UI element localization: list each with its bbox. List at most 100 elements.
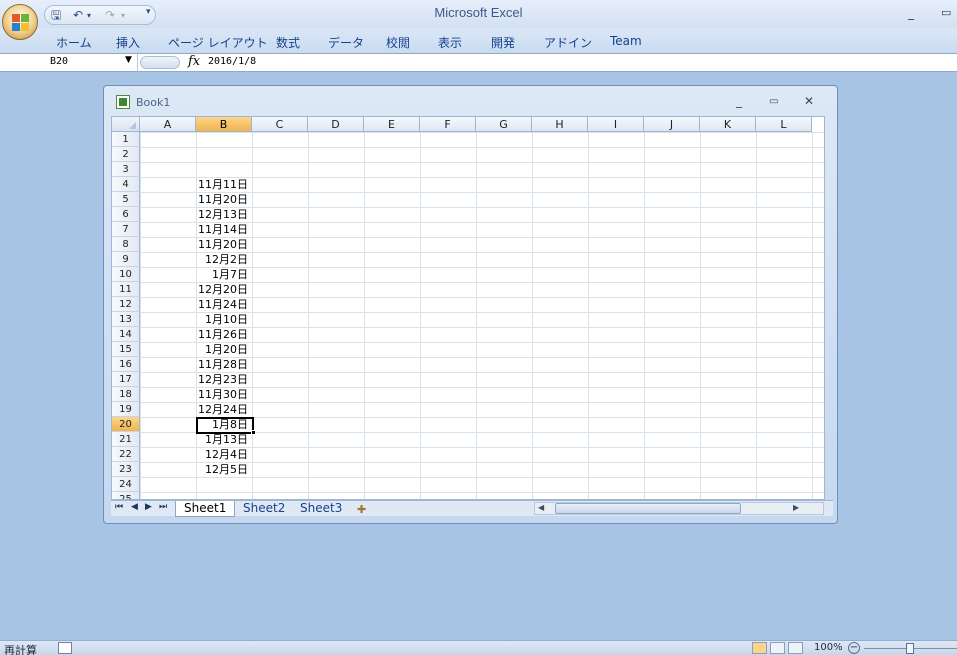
column-header-c[interactable]: C: [252, 117, 308, 132]
tab-team[interactable]: Team: [610, 34, 642, 48]
cell-b19[interactable]: 12月24日: [196, 402, 252, 417]
fill-handle[interactable]: [251, 430, 256, 435]
cell-b12[interactable]: 11月24日: [196, 297, 252, 312]
last-sheet-icon[interactable]: ⏭: [159, 502, 167, 512]
row-header-9[interactable]: 9: [112, 252, 140, 267]
row-header-12[interactable]: 12: [112, 297, 140, 312]
column-header-e[interactable]: E: [364, 117, 420, 132]
row-header-23[interactable]: 23: [112, 462, 140, 477]
row-header-8[interactable]: 8: [112, 237, 140, 252]
cell-b14[interactable]: 11月26日: [196, 327, 252, 342]
cell-b9[interactable]: 12月2日: [196, 252, 252, 267]
cell-b13[interactable]: 1月10日: [196, 312, 252, 327]
row-header-20[interactable]: 20: [112, 417, 140, 432]
page-layout-view-icon[interactable]: [770, 642, 785, 654]
column-header-b[interactable]: B: [196, 117, 252, 132]
row-header-18[interactable]: 18: [112, 387, 140, 402]
tab-home[interactable]: ホーム: [56, 34, 92, 51]
insert-function-icon[interactable]: fx: [188, 54, 200, 69]
horizontal-scroll-thumb[interactable]: [555, 503, 741, 514]
column-header-k[interactable]: K: [700, 117, 756, 132]
zoom-level[interactable]: 100%: [814, 642, 843, 653]
cell-b4[interactable]: 11月11日: [196, 177, 252, 192]
tab-data[interactable]: データ: [328, 34, 364, 51]
select-all-corner[interactable]: [112, 117, 140, 132]
column-header-f[interactable]: F: [420, 117, 476, 132]
cell-b5[interactable]: 11月20日: [196, 192, 252, 207]
row-header-25[interactable]: 25: [112, 492, 140, 499]
cell-b16[interactable]: 11月28日: [196, 357, 252, 372]
cell-b23[interactable]: 12月5日: [196, 462, 252, 477]
workbook-minimize-icon[interactable]: _: [736, 94, 742, 108]
cell-b7[interactable]: 11月14日: [196, 222, 252, 237]
cell-b6[interactable]: 12月13日: [196, 207, 252, 222]
row-header-11[interactable]: 11: [112, 282, 140, 297]
prev-sheet-icon[interactable]: ◀: [131, 502, 138, 512]
workbook-restore-icon[interactable]: ▭: [769, 96, 778, 107]
row-header-3[interactable]: 3: [112, 162, 140, 177]
insert-sheet-icon[interactable]: ✚: [357, 503, 366, 516]
row-header-10[interactable]: 10: [112, 267, 140, 282]
cell-b21[interactable]: 1月13日: [196, 432, 252, 447]
horizontal-scrollbar[interactable]: ◀ ▶: [534, 502, 824, 515]
tab-developer[interactable]: 開発: [491, 34, 515, 51]
chevron-down-icon[interactable]: ▼: [125, 55, 132, 65]
column-header-g[interactable]: G: [476, 117, 532, 132]
column-header-d[interactable]: D: [308, 117, 364, 132]
row-header-2[interactable]: 2: [112, 147, 140, 162]
row-header-6[interactable]: 6: [112, 207, 140, 222]
row-header-5[interactable]: 5: [112, 192, 140, 207]
formula-bar-grip[interactable]: [140, 56, 180, 69]
cell-b10[interactable]: 1月7日: [196, 267, 252, 282]
column-header-j[interactable]: J: [644, 117, 700, 132]
page-break-view-icon[interactable]: [788, 642, 803, 654]
workbook-close-icon[interactable]: ✕: [804, 94, 814, 108]
row-header-4[interactable]: 4: [112, 177, 140, 192]
cell-b22[interactable]: 12月4日: [196, 447, 252, 462]
normal-view-icon[interactable]: [752, 642, 767, 654]
row-header-1[interactable]: 1: [112, 132, 140, 147]
scroll-left-icon[interactable]: ◀: [538, 503, 544, 512]
row-header-14[interactable]: 14: [112, 327, 140, 342]
zoom-slider-thumb[interactable]: [906, 643, 914, 654]
tab-view[interactable]: 表示: [438, 34, 462, 51]
cell-b11[interactable]: 12月20日: [196, 282, 252, 297]
maximize-icon[interactable]: ▭: [941, 6, 953, 19]
tab-review[interactable]: 校閲: [386, 34, 410, 51]
tab-sheet1[interactable]: Sheet1: [175, 501, 236, 517]
cell-b17[interactable]: 12月23日: [196, 372, 252, 387]
tab-sheet2[interactable]: Sheet2: [235, 501, 293, 517]
cell-b18[interactable]: 11月30日: [196, 387, 252, 402]
office-button[interactable]: [2, 4, 38, 40]
spreadsheet-grid[interactable]: ABCDEFGHIJKL 1 2 3 4 5 6 7 8 9 10 11 12 13 14 15 16 17 18…: [111, 116, 825, 500]
column-header-l[interactable]: L: [756, 117, 812, 132]
next-sheet-icon[interactable]: ▶: [145, 502, 152, 512]
row-header-22[interactable]: 22: [112, 447, 140, 462]
row-header-13[interactable]: 13: [112, 312, 140, 327]
tab-insert[interactable]: 挿入: [116, 34, 140, 51]
row-header-7[interactable]: 7: [112, 222, 140, 237]
column-header-h[interactable]: H: [532, 117, 588, 132]
zoom-out-icon[interactable]: −: [848, 642, 860, 654]
row-header-16[interactable]: 16: [112, 357, 140, 372]
column-header-a[interactable]: A: [140, 117, 196, 132]
formula-input[interactable]: 2016/1/8: [208, 56, 256, 67]
macro-record-icon[interactable]: [58, 642, 72, 654]
row-header-17[interactable]: 17: [112, 372, 140, 387]
cell-b8[interactable]: 11月20日: [196, 237, 252, 252]
minimize-icon[interactable]: _: [908, 6, 920, 20]
row-header-15[interactable]: 15: [112, 342, 140, 357]
row-header-21[interactable]: 21: [112, 432, 140, 447]
tab-formulas[interactable]: 数式: [276, 34, 300, 51]
scroll-right-icon[interactable]: ▶: [793, 503, 799, 512]
workbook-window: Book1 _ ▭ ✕ ABCDEFGHIJKL 1 2 3 4 5 6 7 8 9 10 11 12…: [103, 85, 838, 524]
row-header-24[interactable]: 24: [112, 477, 140, 492]
column-header-i[interactable]: I: [588, 117, 644, 132]
name-box[interactable]: B20 ▼: [0, 54, 138, 71]
row-header-19[interactable]: 19: [112, 402, 140, 417]
first-sheet-icon[interactable]: ⏮: [115, 502, 123, 512]
tab-page-layout[interactable]: ページ レイアウト: [168, 34, 268, 51]
tab-addins[interactable]: アドイン: [544, 34, 592, 51]
tab-sheet3[interactable]: Sheet3: [292, 501, 350, 517]
cell-b15[interactable]: 1月20日: [196, 342, 252, 357]
